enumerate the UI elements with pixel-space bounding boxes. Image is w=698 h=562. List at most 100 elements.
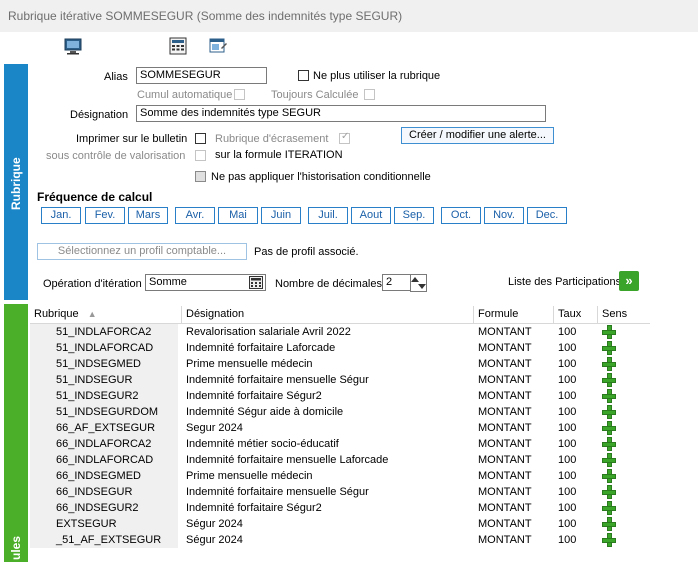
window-edit-icon[interactable]: [208, 36, 228, 56]
cell-taux: 100: [558, 454, 577, 466]
profil-comptable-button[interactable]: Sélectionnez un profil comptable...: [37, 243, 247, 260]
sort-asc-icon: ▲: [87, 309, 97, 319]
designation-label: Désignation: [70, 109, 129, 121]
table-row[interactable]: 66_AF_EXTSEGUR Segur 2024 MONTANT 100: [30, 420, 650, 436]
col-formule[interactable]: Formule: [474, 306, 554, 323]
table-row[interactable]: 51_INDSEGUR Indemnité forfaitaire mensuel…: [30, 372, 650, 388]
plus-icon[interactable]: [602, 341, 616, 355]
cell-formule: MONTANT: [478, 358, 532, 370]
ne-plus-utiliser-checkbox[interactable]: [298, 70, 309, 81]
operation-input[interactable]: Somme: [145, 274, 266, 291]
plus-icon[interactable]: [602, 485, 616, 499]
month-juil[interactable]: Juil.: [308, 207, 348, 224]
plus-icon[interactable]: [602, 533, 616, 547]
cell-sens: [598, 356, 638, 372]
cumul-auto-checkbox[interactable]: [234, 89, 245, 100]
cell-rubrique: 51_INDSEGURDOM: [30, 404, 178, 420]
cell-designation: Indemnité forfaitaire mensuelle Laforcad…: [186, 454, 389, 466]
month-oct[interactable]: Oct.: [441, 207, 481, 224]
operation-calculator-icon[interactable]: [249, 276, 263, 289]
cell-rubrique: 51_INDLAFORCA2: [30, 324, 178, 340]
cell-taux: 100: [558, 406, 577, 418]
month-fev[interactable]: Fev.: [85, 207, 125, 224]
cell-taux: 100: [558, 342, 577, 354]
month-mai[interactable]: Mai: [218, 207, 258, 224]
plus-icon[interactable]: [602, 437, 616, 451]
rubrique-ecrasement-label: Rubrique d'écrasement: [215, 133, 329, 145]
cell-taux: 100: [558, 390, 577, 402]
cell-sens: [598, 420, 638, 436]
cell-designation: Indemnité métier socio-éducatif: [186, 438, 339, 450]
table-row[interactable]: 51_INDLAFORCA2 Revalorisation salariale A…: [30, 324, 650, 340]
participations-arrow-icon[interactable]: »: [619, 271, 639, 291]
cell-taux: 100: [558, 374, 577, 386]
cell-formule: MONTANT: [478, 422, 532, 434]
side-tab-rubrique-label: Rubrique: [9, 157, 23, 210]
cell-taux: 100: [558, 358, 577, 370]
table-row[interactable]: 51_INDSEGMED Prime mensuelle médecin MONTA…: [30, 356, 650, 372]
plus-icon[interactable]: [602, 405, 616, 419]
sous-controle-checkbox[interactable]: [195, 150, 206, 161]
alerte-button[interactable]: Créer / modifier une alerte...: [401, 127, 554, 144]
table-row[interactable]: 51_INDSEGURDOM Indemnité Ségur aide à dom…: [30, 404, 650, 420]
monitor-icon[interactable]: [63, 36, 83, 56]
table-row[interactable]: 66_INDSEGUR Indemnité forfaitaire mensuel…: [30, 484, 650, 500]
month-mars[interactable]: Mars: [128, 207, 168, 224]
cell-taux: 100: [558, 534, 577, 546]
imprimer-checkbox[interactable]: [195, 133, 206, 144]
month-jan[interactable]: Jan.: [41, 207, 81, 224]
table-row[interactable]: _51_AF_EXTSEGUR Ségur 2024 MONTANT 100: [30, 532, 650, 548]
historisation-label: Ne pas appliquer l'historisation conditi…: [211, 171, 431, 183]
plus-icon[interactable]: [602, 421, 616, 435]
table-row[interactable]: 66_INDSEGUR2 Indemnité forfaitaire Ségur2…: [30, 500, 650, 516]
decimales-input[interactable]: 2: [382, 274, 412, 291]
col-designation[interactable]: Désignation: [182, 306, 474, 323]
col-sens[interactable]: Sens: [598, 306, 650, 323]
cell-taux: 100: [558, 502, 577, 514]
plus-icon[interactable]: [602, 517, 616, 531]
toujours-calculee-checkbox[interactable]: [364, 89, 375, 100]
frequence-title: Fréquence de calcul: [37, 190, 153, 204]
table-row[interactable]: EXTSEGUR Ségur 2024 MONTANT 100: [30, 516, 650, 532]
plus-icon[interactable]: [602, 469, 616, 483]
table-row[interactable]: 51_INDLAFORCAD Indemnité forfaitaire Lafo…: [30, 340, 650, 356]
plus-icon[interactable]: [602, 389, 616, 403]
cell-rubrique: 51_INDSEGUR2: [30, 388, 178, 404]
decimales-spinner-icon[interactable]: [410, 274, 427, 292]
month-juin[interactable]: Juin: [261, 207, 301, 224]
table-row[interactable]: 51_INDSEGUR2 Indemnité forfaitaire Ségur2…: [30, 388, 650, 404]
cell-designation: Indemnité forfaitaire Ségur2: [186, 502, 322, 514]
rubrique-ecrasement-checkbox[interactable]: [339, 131, 350, 144]
alias-input[interactable]: SOMMESEGUR: [136, 67, 267, 84]
cell-rubrique: _51_AF_EXTSEGUR: [30, 532, 178, 548]
cell-rubrique: 66_AF_EXTSEGUR: [30, 420, 178, 436]
cell-rubrique: EXTSEGUR: [30, 516, 178, 532]
cell-designation: Indemnité forfaitaire Ségur2: [186, 390, 322, 402]
col-rubrique[interactable]: Rubrique ▲: [30, 306, 182, 323]
side-tab-cumuls[interactable]: ules: [4, 304, 28, 562]
month-sep[interactable]: Sep.: [394, 207, 434, 224]
historisation-checkbox[interactable]: [195, 171, 206, 182]
plus-icon[interactable]: [602, 357, 616, 371]
cell-rubrique: 51_INDSEGUR: [30, 372, 178, 388]
designation-input[interactable]: Somme des indemnités type SEGUR: [136, 105, 546, 122]
month-nov[interactable]: Nov.: [484, 207, 524, 224]
col-taux[interactable]: Taux: [554, 306, 598, 323]
cell-designation: Segur 2024: [186, 422, 243, 434]
plus-icon[interactable]: [602, 373, 616, 387]
cell-sens: [598, 404, 638, 420]
month-aout[interactable]: Aout: [351, 207, 391, 224]
plus-icon[interactable]: [602, 501, 616, 515]
table-row[interactable]: 66_INDSEGMED Prime mensuelle médecin MONTA…: [30, 468, 650, 484]
cell-formule: MONTANT: [478, 470, 532, 482]
calculator-icon[interactable]: [168, 36, 188, 56]
table-row[interactable]: 66_INDLAFORCA2 Indemnité métier socio-édu…: [30, 436, 650, 452]
month-avr[interactable]: Avr.: [175, 207, 215, 224]
month-dec[interactable]: Dec.: [527, 207, 567, 224]
cell-sens: [598, 532, 638, 548]
cumul-auto-label: Cumul automatique: [137, 89, 233, 101]
plus-icon[interactable]: [602, 325, 616, 339]
side-tab-rubrique[interactable]: Rubrique: [4, 64, 28, 300]
table-row[interactable]: 66_INDLAFORCAD Indemnité forfaitaire mens…: [30, 452, 650, 468]
plus-icon[interactable]: [602, 453, 616, 467]
